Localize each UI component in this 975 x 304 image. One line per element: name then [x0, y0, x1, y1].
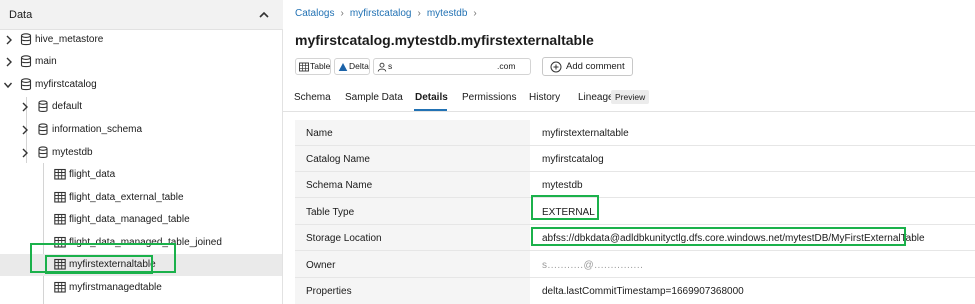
tree-item-label: flight_data_managed_table_joined [69, 237, 222, 248]
user-icon [377, 62, 387, 72]
tree-item-hive-metastore[interactable]: hive_metastore [0, 29, 282, 51]
detail-value: s...........@............... [542, 260, 644, 271]
tree-item-flight-data-external-table[interactable]: flight_data_external_table [0, 187, 282, 209]
database-icon [20, 78, 32, 91]
tree-item-flight-data-managed-table[interactable]: flight_data_managed_table [0, 209, 282, 231]
chevron-right-icon[interactable] [20, 101, 30, 113]
chevron-right-icon[interactable] [20, 147, 30, 159]
breadcrumb-link-catalog[interactable]: myfirstcatalog [350, 8, 412, 19]
format-chip: Delta [334, 58, 370, 75]
breadcrumb-separator: › [340, 8, 344, 19]
table-icon [54, 168, 66, 180]
detail-value: myfirstcatalog [542, 154, 604, 165]
tree-item-label: mytestdb [52, 147, 93, 158]
chevron-down-icon[interactable] [3, 79, 13, 91]
preview-badge: Preview [611, 90, 650, 104]
chevron-up-icon[interactable] [257, 8, 271, 22]
tree-item-label: default [52, 101, 83, 112]
detail-label: Properties [306, 286, 352, 297]
tree-item-flight-data-managed-table-joined[interactable]: flight_data_managed_table_joined [0, 232, 282, 254]
table-icon [299, 62, 309, 72]
tree-item-information-schema[interactable]: information_schema [0, 119, 282, 141]
tree-item-mytestdb[interactable]: mytestdb [0, 142, 282, 164]
breadcrumb-link-catalogs[interactable]: Catalogs [295, 8, 334, 19]
breadcrumb: Catalogs › myfirstcatalog › mytestdb › [295, 8, 483, 19]
detail-label: Catalog Name [306, 154, 370, 165]
details-row-table-type: Table Type EXTERNAL [295, 199, 975, 225]
tree-item-myfirstmanagedtable[interactable]: myfirstmanagedtable [0, 277, 282, 299]
schema-icon [38, 123, 48, 135]
tab-sample-data[interactable]: Sample Data [345, 92, 403, 103]
tree-item-main[interactable]: main [0, 51, 282, 73]
tree-item-flight-data[interactable]: flight_data [0, 164, 282, 186]
tree-item-myfirstexternaltable[interactable]: myfirstexternaltable [0, 254, 282, 276]
page-title: myfirstcatalog.mytestdb.myfirstexternalt… [295, 32, 594, 48]
tree-item-default[interactable]: default [0, 96, 282, 118]
sidebar-header: Data [0, 0, 283, 30]
detail-label: Schema Name [306, 180, 373, 191]
details-row-catalog: Catalog Name myfirstcatalog [295, 146, 975, 172]
detail-label: Owner [306, 260, 336, 271]
schema-icon [38, 100, 48, 112]
chevron-right-icon[interactable] [4, 34, 14, 46]
owner-chip[interactable]: s .com [373, 58, 531, 75]
details-table: Name myfirstexternaltable Catalog Name m… [295, 120, 975, 304]
chevron-right-icon[interactable] [20, 124, 30, 136]
details-row-owner: Owner s...........@............... [295, 252, 975, 278]
breadcrumb-separator: › [417, 8, 421, 19]
detail-label: Name [306, 128, 333, 139]
delta-icon [338, 63, 348, 71]
active-tab-indicator [414, 109, 447, 111]
schema-icon [38, 146, 48, 158]
detail-tabs: Schema Sample Data Details Permissions H… [283, 84, 975, 112]
sidebar-title: Data [9, 9, 33, 21]
chip-label: Table [310, 61, 331, 71]
detail-value[interactable]: abfss://dbkdata@adldbkunityctlg.dfs.core… [542, 233, 925, 244]
tree-item-myfirstcatalog[interactable]: myfirstcatalog [0, 74, 282, 96]
tree-item-label: flight_data [69, 169, 116, 180]
table-icon [54, 213, 66, 225]
table-icon [54, 258, 66, 270]
tab-lineage[interactable]: Lineage [578, 92, 614, 103]
table-type-chip: Table [295, 58, 331, 75]
add-comment-button[interactable]: Add comment [542, 57, 633, 76]
tab-history[interactable]: History [529, 92, 560, 103]
table-icon [54, 191, 66, 203]
tab-permissions[interactable]: Permissions [462, 92, 516, 103]
detail-label: Storage Location [306, 233, 382, 244]
details-row-schema: Schema Name mytestdb [295, 172, 975, 198]
detail-value: delta.lastCommitTimestamp=1669907368000 [542, 286, 744, 297]
table-detail-pane: Catalogs › myfirstcatalog › mytestdb › myfirs… [283, 0, 975, 304]
detail-value: myfirstexternaltable [542, 128, 629, 139]
data-explorer-sidebar: Data hive_metastore main myfirstcatalog … [0, 0, 283, 304]
table-icon [54, 236, 66, 248]
details-row-name: Name myfirstexternaltable [295, 120, 975, 146]
chip-label: Delta [349, 61, 369, 71]
tree-item-label: information_schema [52, 124, 143, 135]
breadcrumb-link-schema[interactable]: mytestdb [427, 8, 468, 19]
tab-details[interactable]: Details [415, 92, 448, 103]
detail-label: Table Type [306, 207, 355, 218]
database-icon [20, 55, 32, 68]
owner-suffix: .com [497, 61, 516, 71]
owner-prefix: s [388, 61, 393, 71]
add-comment-label: Add comment [566, 61, 625, 72]
tree-item-label: myfirstmanagedtable [69, 282, 162, 293]
breadcrumb-separator: › [473, 8, 477, 19]
table-icon [54, 281, 66, 293]
tree-item-label: flight_data_external_table [69, 192, 184, 203]
detail-value: mytestdb [542, 180, 583, 191]
chevron-right-icon[interactable] [4, 56, 14, 68]
comment-plus-icon [550, 61, 562, 73]
database-icon [20, 33, 32, 46]
tree-item-label: hive_metastore [35, 34, 104, 45]
tree-item-label: myfirstcatalog [35, 79, 97, 90]
tree-item-label: myfirstexternaltable [69, 259, 156, 270]
details-row-properties: Properties delta.lastCommitTimestamp=166… [295, 278, 975, 304]
tree-item-label: flight_data_managed_table [69, 214, 190, 225]
detail-value: EXTERNAL [542, 207, 595, 218]
tab-schema[interactable]: Schema [294, 92, 331, 103]
tree-item-label: main [35, 56, 57, 67]
details-row-storage-location: Storage Location abfss://dbkdata@adldbku… [295, 225, 975, 251]
